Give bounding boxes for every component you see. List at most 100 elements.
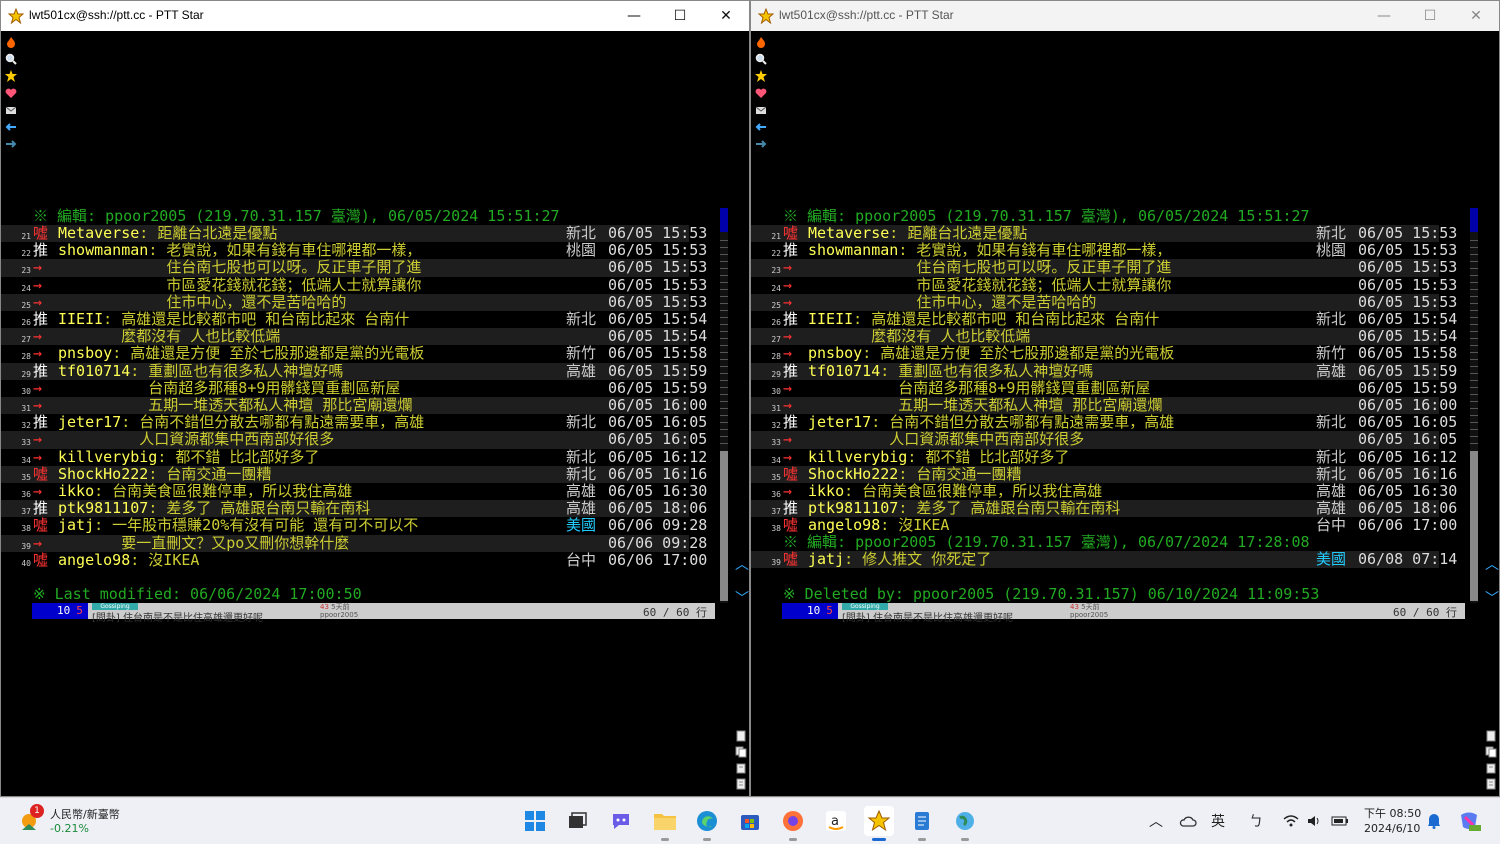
close-button[interactable]: ✕: [703, 1, 749, 31]
scrollbar[interactable]: [720, 208, 728, 603]
heart-icon[interactable]: [753, 84, 769, 101]
copy-icon[interactable]: [1484, 745, 1498, 759]
file-explorer-icon[interactable]: [650, 806, 680, 841]
back-arrow-icon[interactable]: [3, 118, 19, 135]
input-method-indicator[interactable]: 英: [1208, 812, 1228, 830]
titlebar[interactable]: lwt501cx@ssh://ptt.cc - PTT Star — ☐ ✕: [751, 1, 1499, 31]
amazon-icon[interactable]: a: [821, 806, 851, 836]
push-location: 新北: [1316, 310, 1347, 328]
push-row: 32 推 jeter17: 台南不錯但分散去哪都有點遠需要車，高雄 新北 06/05 1…: [1, 414, 707, 431]
push-time: 06/05 18:06: [1358, 499, 1458, 518]
push-message: 住台南七股也可以呀。反正車子開了進: [808, 258, 1172, 277]
task-view-icon[interactable]: [562, 806, 592, 836]
search-icon[interactable]: [753, 50, 769, 67]
push-row: 27 → 麼都沒有 人也比較低端 06/05 15:54: [1, 328, 707, 346]
store-icon[interactable]: [735, 806, 765, 836]
window-title: lwt501cx@ssh://ptt.cc - PTT Star: [29, 8, 204, 22]
fire-icon[interactable]: [3, 33, 19, 50]
toolbar: [753, 33, 769, 152]
ptt-window-left[interactable]: lwt501cx@ssh://ptt.cc - PTT Star — ☐ ✕ ※…: [0, 0, 750, 797]
star-icon[interactable]: [3, 67, 19, 84]
star-icon[interactable]: [753, 67, 769, 84]
close-button[interactable]: ✕: [1453, 1, 1499, 31]
show-hidden-icons-icon[interactable]: ︿: [1148, 812, 1164, 830]
document-icon[interactable]: [1484, 729, 1498, 743]
minimize-button[interactable]: —: [1361, 1, 1407, 31]
edge-icon[interactable]: [692, 806, 722, 841]
copilot-icon[interactable]: [1456, 812, 1482, 831]
notepad-icon[interactable]: [907, 806, 937, 841]
paste-icon[interactable]: [1484, 761, 1498, 775]
battery-icon[interactable]: [1330, 812, 1350, 830]
push-message: : 高雄還是比較都市吧 和台南比起來 台南什: [853, 310, 1160, 328]
currency-widget[interactable]: 1 人民幣/新臺幣 -0.21%: [18, 804, 168, 840]
push-time: 06/06 09:28: [608, 516, 708, 535]
push-user: angelo98: 沒IKEA: [58, 550, 200, 569]
titlebar[interactable]: lwt501cx@ssh://ptt.cc - PTT Star — ☐ ✕: [1, 1, 749, 31]
forward-arrow-icon[interactable]: [753, 135, 769, 152]
page-down-icon[interactable]: ﹀: [732, 591, 749, 607]
push-time: 06/05 15:58: [1358, 344, 1458, 363]
page-up-icon[interactable]: ︿: [1482, 557, 1499, 573]
scroll-thumb[interactable]: [720, 451, 728, 601]
push-time: 06/05 16:00: [1358, 396, 1458, 414]
volume-icon[interactable]: [1305, 812, 1323, 830]
wifi-icon[interactable]: [1282, 812, 1300, 830]
push-row: 28 → pnsboy: 高雄還是方便 至於七股那邊都是黨的光電板 新竹 06/05 1…: [751, 345, 1457, 362]
list-icon[interactable]: [1484, 777, 1498, 791]
search-icon[interactable]: [3, 50, 19, 67]
push-row: 31 → 五期一堆透天都私人神壇 那比宮廟還爛 06/05 16:00: [751, 397, 1457, 415]
maximize-button[interactable]: ☐: [657, 1, 703, 31]
push-message: : 台南交通一團糟: [148, 464, 272, 483]
list-icon[interactable]: [734, 777, 748, 791]
push-row: 24 → 市區愛花錢就花錢；低端人士就算讓你 06/05 15:53: [1, 276, 707, 294]
mail-icon[interactable]: [3, 101, 19, 118]
ptt-window-right[interactable]: lwt501cx@ssh://ptt.cc - PTT Star — ☐ ✕ ※…: [750, 0, 1500, 797]
ptt-star-taskbar-icon[interactable]: [864, 806, 894, 841]
push-time: 06/05 15:53: [1358, 275, 1458, 294]
mail-icon[interactable]: [753, 101, 769, 118]
push-message: 台南超多那種8+9用髒錢買重劃區新屋: [808, 378, 1151, 397]
push-tag: →: [33, 482, 43, 500]
page-down-icon[interactable]: ﹀: [1482, 591, 1499, 607]
firefox-icon[interactable]: [778, 806, 808, 841]
push-time: 06/06 09:28: [608, 533, 708, 552]
heart-icon[interactable]: [3, 84, 19, 101]
push-time: 06/05 15:53: [1358, 292, 1458, 311]
push-user: Metaverse: 距離台北遠是優點: [808, 224, 1028, 242]
bopomofo-icon[interactable]: ㄅ: [1246, 812, 1266, 830]
scrollbar[interactable]: [1470, 208, 1478, 603]
status-author: 43 5天前 ppoor2005: [320, 603, 359, 619]
desktop: lwt501cx@ssh://ptt.cc - PTT Star — ☐ ✕ ※…: [0, 0, 1500, 844]
push-user: 人口資源都集中西南部好很多: [808, 431, 1084, 448]
push-time: 06/05 15:53: [1358, 258, 1458, 277]
page-up-icon[interactable]: ︿: [732, 557, 749, 573]
copy-icon[interactable]: [734, 745, 748, 759]
push-tag: 推: [783, 241, 799, 260]
push-message: : 高雄還是比較都市吧 和台南比起來 台南什: [103, 310, 410, 328]
back-arrow-icon[interactable]: [753, 118, 769, 135]
scroll-thumb[interactable]: [1470, 451, 1478, 601]
push-time: 06/05 15:54: [1358, 310, 1458, 328]
notification-bell-icon[interactable]: [1425, 812, 1443, 830]
document-icon[interactable]: [734, 729, 748, 743]
cloud-sync-icon[interactable]: [1178, 812, 1198, 830]
clock[interactable]: 下午 08:50 2024/6/10: [1364, 806, 1421, 836]
push-user: killverybig: 都不錯 比北部好多了: [58, 447, 320, 466]
fire-icon[interactable]: [753, 33, 769, 50]
globe-app-icon[interactable]: [950, 806, 980, 841]
push-row: 29 推 tf010714: 重劃區也有很多私人神壇好嗎 高雄 06/05 15:59: [1, 362, 707, 380]
push-time: 06/05 15:54: [608, 327, 708, 346]
push-user: angelo98: 沒IKEA: [808, 516, 950, 535]
push-user: IIEII: 高雄還是比較都市吧 和台南比起來 台南什: [58, 310, 410, 328]
minimize-button[interactable]: —: [611, 1, 657, 31]
forward-arrow-icon[interactable]: [3, 135, 19, 152]
push-row: 39 → 要一直刪文？又po又刪你想幹什麼 06/06 09:28: [1, 534, 707, 552]
start-icon[interactable]: [520, 806, 550, 836]
chat-icon[interactable]: [606, 806, 636, 836]
maximize-button[interactable]: ☐: [1407, 1, 1453, 31]
push-row: 22 推 showmanman: 老實說，如果有錢有車住哪裡都一樣， 桃園 06/05 …: [1, 242, 707, 259]
paste-icon[interactable]: [734, 761, 748, 775]
push-message: : 重劃區也有很多私人神壇好嗎: [880, 361, 1094, 380]
push-row: 35 噓 ShockHo222: 台南交通一團糟 新北 06/05 16:16: [1, 464, 707, 483]
